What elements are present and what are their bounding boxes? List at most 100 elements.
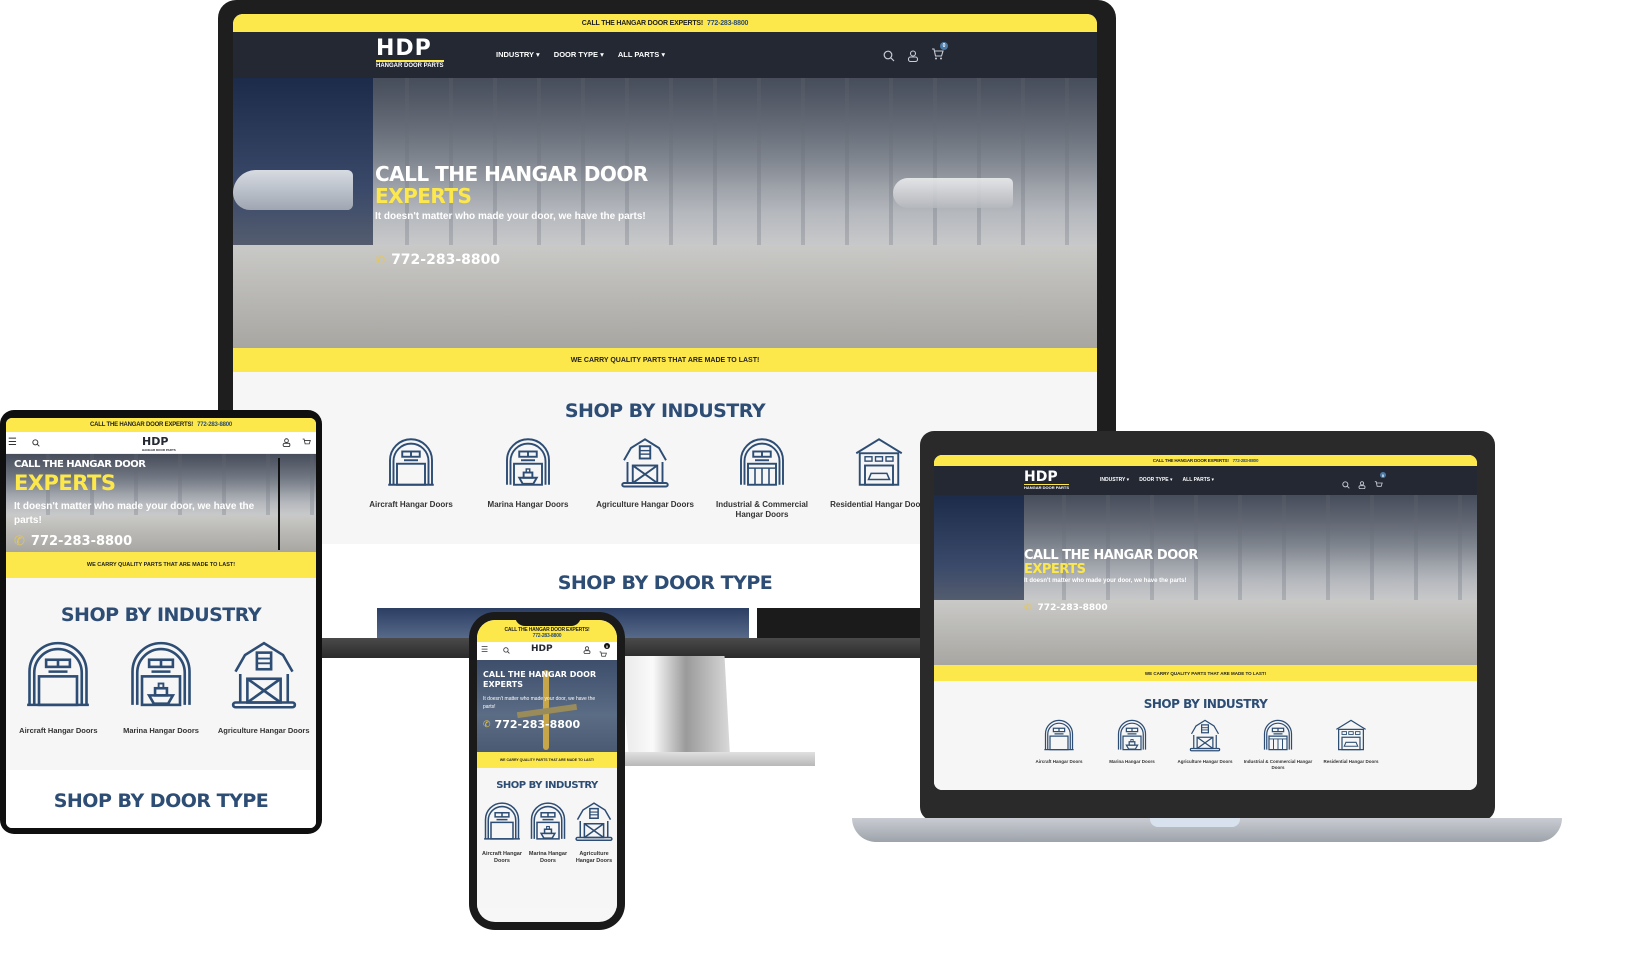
agriculture-barn-icon — [575, 802, 613, 842]
industry-item-label: Industrial & Commercial Hangar Doors — [1243, 759, 1313, 770]
topbar-phone-link[interactable]: 772-283-8800 — [707, 20, 748, 27]
logo[interactable]: HDP HANGAR DOOR PARTS — [376, 38, 444, 69]
industry-item-label: Aircraft Hangar Doors — [1035, 759, 1083, 764]
industry-item[interactable]: Aircraft Hangar Doors — [1023, 717, 1095, 770]
menu-door-type[interactable]: DOOR TYPE ▾ — [1139, 477, 1172, 483]
industry-item[interactable]: Agriculture Hangar Doors — [213, 636, 314, 735]
menu-all-parts[interactable]: ALL PARTS ▾ — [1183, 477, 1215, 483]
phone-industry-title: SHOP BY INDUSTRY — [496, 780, 598, 791]
search-icon[interactable] — [883, 50, 895, 62]
industry-item-label: Marina Hangar Doors — [528, 851, 568, 864]
industry-item-label: Industrial & Commercial Hangar Doors — [715, 500, 809, 519]
user-icon[interactable] — [282, 438, 291, 447]
cart-count-badge: 0 — [940, 42, 948, 50]
search-icon[interactable] — [503, 647, 510, 654]
agriculture-barn-icon — [231, 641, 296, 709]
industry-item[interactable]: Marina Hangar Doors — [470, 434, 586, 520]
industry-item[interactable]: Agriculture Hangar Doors — [587, 434, 703, 520]
hero-jet-left — [233, 170, 353, 210]
phone-logo[interactable]: HDP — [531, 644, 553, 654]
industrial-hangar-icon — [1263, 719, 1293, 751]
monitor-stand-base — [620, 752, 815, 766]
phone-topbar-phone[interactable]: 772-283-8800 — [533, 633, 562, 639]
cart-count-badge: 0 — [604, 643, 610, 649]
laptop-site: CALL THE HANGAR DOOR EXPERTS! 772-283-880… — [934, 455, 1477, 790]
laptop-topbar-phone[interactable]: 772-283-8800 — [1233, 458, 1259, 463]
laptop-promo-strip: WE CARRY QUALITY PARTS THAT ARE MADE TO … — [934, 665, 1477, 681]
main-menu: INDUSTRY ▾ DOOR TYPE ▾ ALL PARTS ▾ — [496, 50, 665, 59]
industry-item[interactable]: Industrial & Commercial Hangar Doors — [704, 434, 820, 520]
industry-item[interactable]: Aircraft Hangar Doors — [479, 799, 525, 865]
industry-item[interactable]: Aircraft Hangar Doors — [8, 636, 109, 735]
logo-subtitle: HANGAR DOOR PARTS — [376, 60, 444, 69]
industry-item[interactable]: Agriculture Hangar Doors — [571, 799, 617, 865]
phone-icon: ✆ — [1024, 603, 1032, 613]
tablet-hero: CALL THE HANGAR DOOR EXPERTS It doesn't … — [6, 454, 316, 552]
aircraft-hangar-icon — [27, 641, 90, 707]
tablet-scrollbar[interactable] — [278, 458, 280, 550]
menu-door-type[interactable]: DOOR TYPE ▾ — [554, 50, 604, 59]
menu-all-parts[interactable]: ALL PARTS ▾ — [618, 50, 665, 59]
laptop-industry-list: Aircraft Hangar Doors Marina Hangar Doors… — [934, 717, 1477, 770]
agriculture-barn-icon — [1189, 719, 1221, 752]
laptop-nav: HDP HANGAR DOOR PARTS INDUSTRY ▾ DOOR TY… — [934, 466, 1477, 495]
phone-icon: ✆ — [375, 253, 386, 267]
laptop-hero-tagline: It doesn't matter who made your door, we… — [1024, 578, 1187, 584]
aircraft-hangar-icon — [484, 802, 520, 840]
marina-hangar-icon — [530, 802, 566, 840]
tablet-logo[interactable]: HDP HANGAR DOOR PARTS — [142, 435, 176, 452]
industry-item[interactable]: Agriculture Hangar Doors — [1169, 717, 1241, 770]
industry-item-label: Residential Hangar Doors — [830, 500, 928, 509]
industry-item[interactable]: Marina Hangar Doors — [111, 636, 212, 735]
phone-industry-section: SHOP BY INDUSTRY Aircraft Hangar Doors Ma… — [477, 768, 617, 908]
laptop-topbar: CALL THE HANGAR DOOR EXPERTS! 772-283-880… — [934, 455, 1477, 466]
menu-industry[interactable]: INDUSTRY ▾ — [496, 50, 540, 59]
hamburger-menu-icon[interactable]: ☰ — [481, 645, 488, 654]
industry-item-label: Residential Hangar Doors — [1323, 759, 1379, 764]
marina-hangar-icon — [1117, 719, 1147, 751]
cart-button[interactable]: 0 — [1374, 472, 1386, 494]
laptop-hero-phone[interactable]: ✆ 772-283-8800 — [1024, 603, 1108, 613]
promo-strip: WE CARRY QUALITY PARTS THAT ARE MADE TO … — [233, 348, 1097, 372]
laptop-hero-title: CALL THE HANGAR DOOR EXPERTS — [1024, 548, 1198, 577]
tablet-promo-strip: WE CARRY QUALITY PARTS THAT ARE MADE TO … — [6, 552, 316, 578]
hero-phone-link[interactable]: ✆ 772-283-8800 — [375, 252, 500, 268]
industry-item[interactable]: Aircraft Hangar Doors — [353, 434, 469, 520]
tablet-industry-section: SHOP BY INDUSTRY Aircraft Hangar Doors Ma… — [6, 578, 316, 770]
user-icon[interactable] — [583, 646, 591, 654]
search-icon[interactable] — [32, 439, 40, 447]
cart-icon[interactable] — [302, 438, 311, 447]
menu-industry[interactable]: INDUSTRY ▾ — [1100, 477, 1129, 483]
industry-item[interactable]: Residential Hangar Doors — [1315, 717, 1387, 770]
tablet-nav: ☰ HDP HANGAR DOOR PARTS — [6, 432, 316, 454]
tablet-door-type-section: SHOP BY DOOR TYPE — [6, 770, 316, 828]
marina-hangar-icon — [131, 641, 191, 707]
hero-jet-right — [893, 178, 1013, 208]
industry-item[interactable]: Marina Hangar Doors — [525, 799, 571, 865]
phone-industry-list: Aircraft Hangar Doors Marina Hangar Doors… — [477, 799, 617, 865]
industry-item-label: Marina Hangar Doors — [487, 500, 569, 509]
tablet-site: CALL THE HANGAR DOOR EXPERTS! 772-283-880… — [6, 418, 316, 828]
laptop-nav-icons: 0 — [1342, 472, 1386, 494]
tablet-hero-phone[interactable]: ✆ 772-283-8800 — [14, 534, 132, 549]
industry-item[interactable]: Marina Hangar Doors — [1096, 717, 1168, 770]
hero-title: CALL THE HANGAR DOOR EXPERTS — [375, 162, 648, 208]
user-icon[interactable] — [1358, 481, 1366, 489]
phone-hero-phone[interactable]: ✆ 772-283-8800 — [483, 718, 580, 731]
hero-banner: CALL THE HANGAR DOOR EXPERTS It doesn't … — [233, 78, 1097, 348]
cart-button[interactable]: 0 — [931, 42, 948, 65]
shop-by-industry-title: SHOP BY INDUSTRY — [564, 400, 766, 422]
hamburger-menu-icon[interactable]: ☰ — [8, 437, 17, 448]
caret-down-icon: ▾ — [536, 50, 540, 59]
laptop-hero: CALL THE HANGAR DOOR EXPERTS It doesn't … — [934, 495, 1477, 665]
phone-hero: CALL THE HANGAR DOOR EXPERTS It doesn't m… — [477, 660, 617, 752]
caret-down-icon: ▾ — [600, 50, 604, 59]
tablet-topbar-phone[interactable]: 772-283-8800 — [197, 422, 232, 428]
industry-item-label: Aircraft Hangar Doors — [19, 726, 98, 735]
tablet-topbar: CALL THE HANGAR DOOR EXPERTS! 772-283-880… — [6, 418, 316, 432]
logo-letters: HDP — [376, 36, 432, 61]
laptop-logo[interactable]: HDP HANGAR DOOR PARTS — [1024, 470, 1070, 490]
industry-item[interactable]: Industrial & Commercial Hangar Doors — [1242, 717, 1314, 770]
user-icon[interactable] — [907, 50, 919, 62]
search-icon[interactable] — [1342, 481, 1350, 489]
